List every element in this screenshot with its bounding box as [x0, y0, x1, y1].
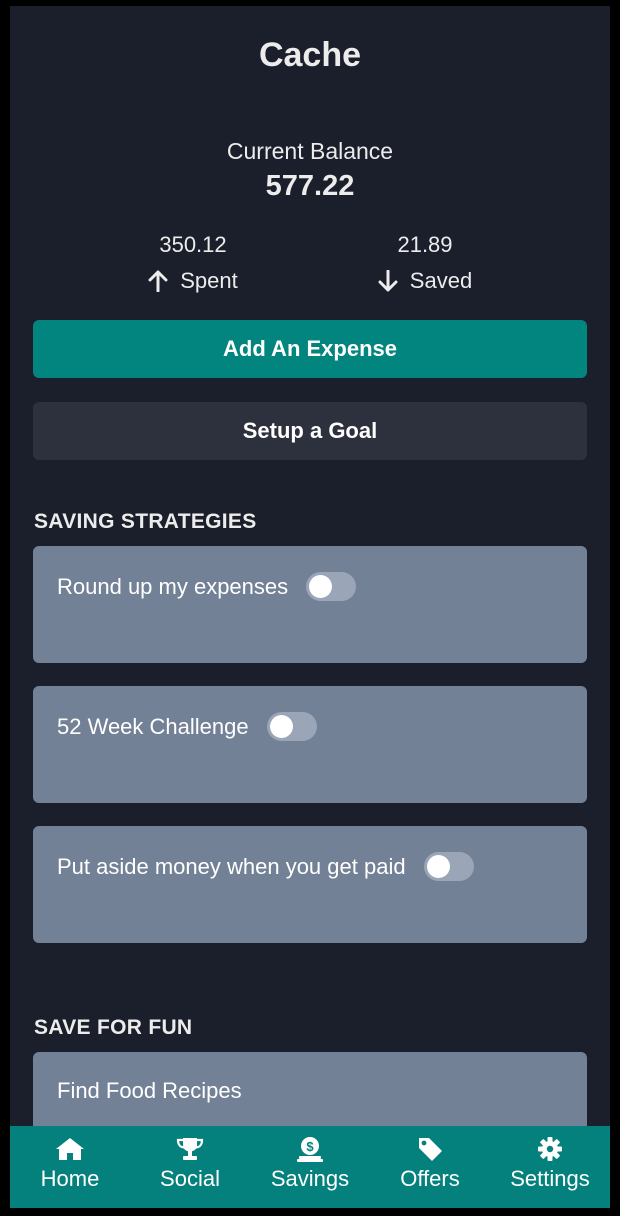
- balance-label: Current Balance: [226, 138, 394, 164]
- tab-home[interactable]: Home: [10, 1126, 130, 1208]
- fun-card-label: Find Food Recipes: [57, 1078, 242, 1103]
- tab-settings[interactable]: Settings: [490, 1126, 610, 1208]
- home-icon: [55, 1136, 85, 1162]
- round-up-toggle[interactable]: [306, 572, 357, 601]
- toggle-knob: [426, 855, 450, 878]
- strategy-label: Round up my expenses: [57, 573, 289, 599]
- spent-label: Spent: [180, 268, 238, 293]
- add-expense-button[interactable]: Add An Expense: [33, 320, 587, 378]
- tab-label: Social: [160, 1166, 220, 1191]
- toggle-knob: [269, 715, 293, 738]
- spent-stat: 350.12 Spent: [93, 232, 293, 294]
- saved-label: Saved: [409, 268, 473, 293]
- app-title: Cache: [258, 36, 362, 74]
- save-for-fun-title: SAVE FOR FUN: [34, 1016, 193, 1039]
- saved-value: 21.89: [397, 232, 453, 257]
- tab-social[interactable]: Social: [130, 1126, 250, 1208]
- savings-icon: $: [295, 1136, 325, 1162]
- trophy-icon: [175, 1136, 205, 1162]
- gear-icon: [535, 1136, 565, 1162]
- toggle-knob: [309, 575, 333, 598]
- tab-offers[interactable]: Offers: [370, 1126, 490, 1208]
- saving-strategies-title: SAVING STRATEGIES: [34, 510, 257, 533]
- strategy-label: Put aside money when you get paid: [57, 853, 406, 879]
- tab-label: Home: [40, 1166, 100, 1191]
- tab-label: Offers: [400, 1166, 460, 1191]
- balance-value: 577.22: [265, 170, 355, 202]
- tab-label: Savings: [270, 1166, 350, 1191]
- bottom-tab-bar: Home Social $ Savings Offers Settings: [10, 1126, 610, 1208]
- arrow-down-icon: [378, 270, 398, 292]
- spent-value: 350.12: [159, 232, 227, 257]
- app-screen: Cache Current Balance 577.22 350.12 Spen…: [10, 6, 610, 1208]
- 52-week-challenge-toggle[interactable]: [266, 712, 317, 741]
- svg-text:$: $: [306, 1139, 314, 1154]
- strategy-card-payday: Put aside money when you get paid: [33, 826, 587, 943]
- tab-label: Settings: [510, 1166, 590, 1191]
- payday-toggle[interactable]: [423, 852, 474, 881]
- strategy-card-52-week: 52 Week Challenge: [33, 686, 587, 803]
- arrow-up-icon: [148, 270, 168, 292]
- tab-savings[interactable]: $ Savings: [250, 1126, 370, 1208]
- setup-goal-button[interactable]: Setup a Goal: [33, 402, 587, 460]
- saved-stat: 21.89 Saved: [325, 232, 525, 294]
- strategy-label: 52 Week Challenge: [57, 713, 249, 739]
- strategy-card-round-up: Round up my expenses: [33, 546, 587, 663]
- tag-icon: [415, 1136, 445, 1162]
